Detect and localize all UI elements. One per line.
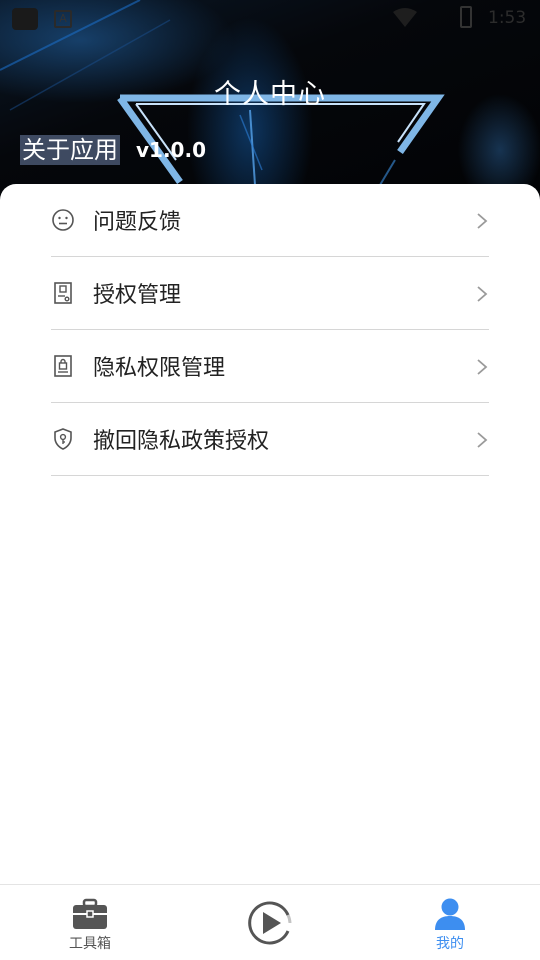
nav-tab-label: 工具箱 — [69, 936, 111, 952]
smiley-face-icon — [51, 208, 75, 232]
toolbox-icon — [72, 897, 108, 931]
menu-item-privacy-permissions[interactable]: 隐私权限管理 — [51, 330, 489, 403]
menu-item-authorization[interactable]: 授权管理 — [51, 257, 489, 330]
nav-tab-mine[interactable]: 我的 — [390, 885, 510, 960]
about-app-label: 关于应用 — [20, 135, 120, 165]
menu-item-label: 问题反馈 — [93, 210, 182, 235]
settings-menu: 问题反馈 授权管理 隐私权限管理 撤回隐私政策授权 — [51, 184, 489, 476]
shield-key-icon — [51, 427, 75, 451]
page-title: 个人中心 — [214, 79, 326, 110]
document-stamp-icon — [51, 281, 75, 305]
nav-tab-toolbox[interactable]: 工具箱 — [30, 885, 150, 960]
user-profile-icon — [433, 897, 467, 931]
app-version: v1.0.0 — [136, 138, 206, 162]
chevron-right-icon — [477, 213, 488, 229]
battery-icon — [460, 6, 472, 28]
menu-item-feedback[interactable]: 问题反馈 — [51, 184, 489, 257]
about-app: 关于应用 v1.0.0 — [20, 134, 206, 166]
lock-document-icon — [51, 354, 75, 378]
menu-item-revoke-privacy[interactable]: 撤回隐私政策授权 — [51, 403, 489, 476]
menu-item-label: 授权管理 — [93, 283, 182, 308]
bottom-navigation: 工具箱 我的 — [0, 884, 540, 960]
notification-icon — [12, 8, 38, 30]
app-notification-icon: A — [54, 10, 72, 28]
nav-tab-label: 我的 — [436, 936, 464, 952]
menu-item-label: 撤回隐私政策授权 — [93, 429, 270, 454]
settings-card: 问题反馈 授权管理 隐私权限管理 撤回隐私政策授权 — [0, 184, 540, 884]
chevron-right-icon — [477, 432, 488, 448]
status-time: 1:53 — [488, 8, 527, 28]
play-icon[interactable] — [244, 897, 296, 949]
menu-item-label: 隐私权限管理 — [93, 356, 226, 381]
chevron-right-icon — [477, 359, 488, 375]
chevron-right-icon — [477, 286, 488, 302]
status-bar: A 1:53 — [0, 0, 540, 36]
wifi-icon — [393, 8, 417, 27]
header-banner: A 1:53 个人中心 关于应用 v1.0.0 — [0, 0, 540, 200]
